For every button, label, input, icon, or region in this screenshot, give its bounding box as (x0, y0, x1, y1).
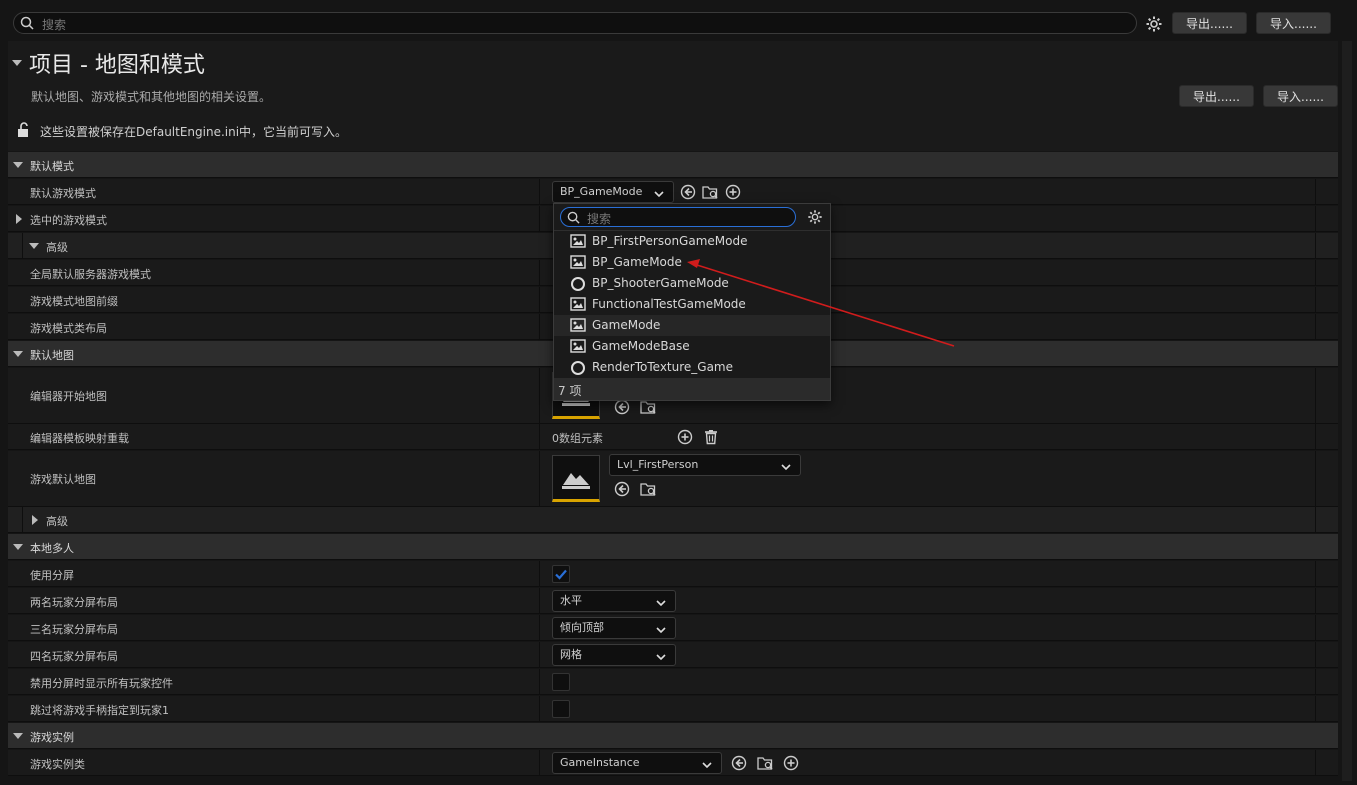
annotation-arrow (687, 259, 955, 347)
